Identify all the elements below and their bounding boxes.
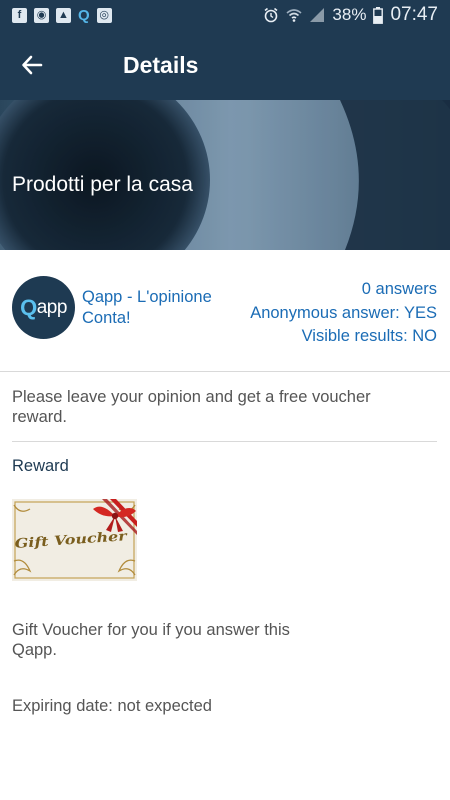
app-bar: Details (0, 30, 450, 100)
reward-description: Gift Voucher for you if you answer this … (12, 621, 290, 659)
reward-heading: Reward (12, 457, 69, 475)
divider (12, 441, 437, 442)
page-title: Details (123, 52, 199, 78)
qapp-stats: 0 answers Anonymous answer: YES Visible … (250, 278, 437, 349)
image-notification-icon: ▲ (56, 7, 71, 23)
qapp-logo-avatar: Qapp (12, 276, 75, 339)
answers-count: 0 answers (361, 280, 437, 298)
battery-percent: 38% (332, 5, 367, 24)
status-bar: f ◉ ▲ Q ◎ 38% 07:47 (0, 0, 450, 30)
wifi-icon (286, 9, 302, 22)
status-right: 38% 07:47 (263, 4, 438, 26)
qapp-description: Please leave your opinion and get a free… (12, 388, 371, 426)
category-hero-image: Prodotti per la casa (0, 100, 450, 250)
expiring-date: Expiring date: not expected (12, 697, 212, 715)
battery-icon (373, 6, 384, 24)
anonymous-answer-status: Anonymous answer: YES (250, 303, 437, 322)
arrow-left-icon (22, 55, 43, 75)
avatar-letter: Q (20, 294, 37, 320)
clock: 07:47 (390, 4, 438, 25)
status-left: f ◉ ▲ Q ◎ (12, 6, 112, 24)
category-title: Prodotti per la casa (12, 173, 193, 196)
signal-icon (310, 8, 325, 22)
alarm-icon (264, 7, 278, 23)
facebook-icon: f (12, 7, 27, 23)
back-button[interactable] (10, 43, 54, 87)
visible-results-status: Visible results: NO (301, 327, 437, 345)
camera-notification-icon: ◉ (34, 7, 49, 23)
screenshot-notification-icon: ◎ (96, 7, 112, 23)
gift-voucher-image: Gift Voucher (12, 499, 137, 581)
publisher-link[interactable]: Qapp - L'opinione Conta! (82, 287, 232, 329)
qapp-info-row: Qapp Qapp - L'opinione Conta! 0 answers … (0, 250, 450, 372)
avatar-text: app (36, 296, 68, 318)
qapp-notification-icon: Q (78, 6, 90, 24)
